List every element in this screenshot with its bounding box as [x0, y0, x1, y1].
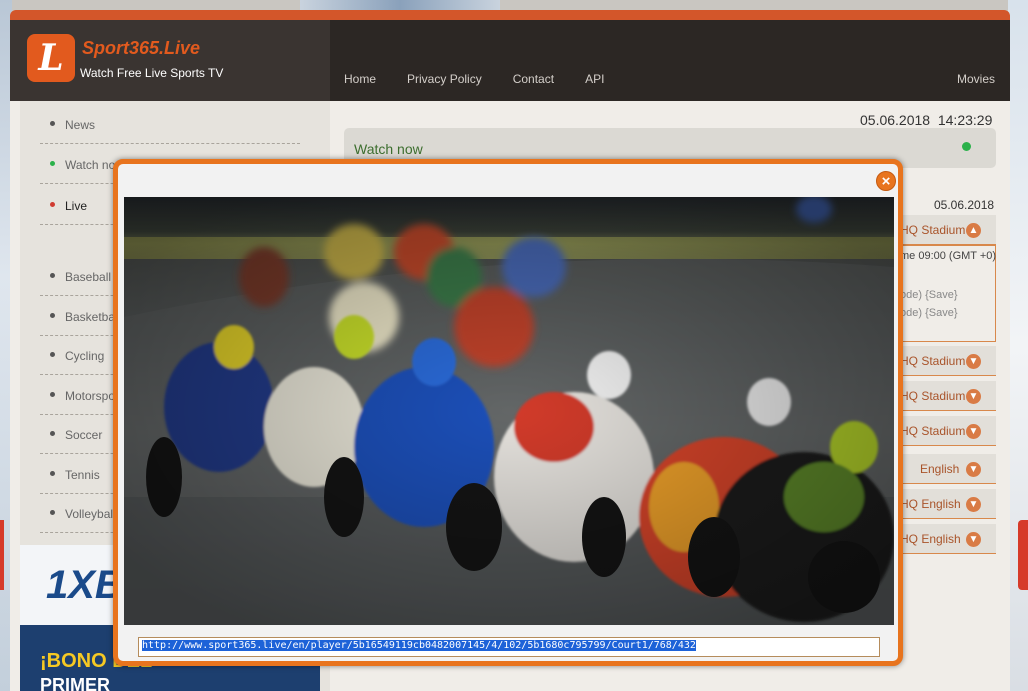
stream-save-link[interactable]: ode) {Save}	[900, 307, 958, 319]
stream-label: HQ English	[900, 532, 961, 546]
live-dot-icon	[50, 161, 55, 166]
player-modal: × http://www.sport365.live/en/player/5b1…	[113, 159, 903, 666]
section-date: 05.06.2018	[934, 198, 995, 212]
stream-label: HQ Stadium	[900, 424, 966, 438]
main-nav: Home Privacy Policy Contact API	[344, 72, 604, 86]
stream-label: HQ English	[900, 497, 961, 511]
bullet-icon	[50, 121, 55, 126]
arrow-down-icon: ▼	[966, 497, 981, 512]
live-dot-icon	[962, 142, 971, 151]
side-tab-right	[1018, 520, 1028, 590]
stream-url-field[interactable]: http://www.sport365.live/en/player/5b165…	[138, 637, 880, 657]
stream-save-link[interactable]: ode) {Save}	[900, 289, 958, 301]
stream-label: HQ Stadium	[900, 389, 966, 403]
sidebar-item-label: Tennis	[65, 468, 100, 482]
brand[interactable]: L Sport365.Live Watch Free Live Sports T…	[10, 20, 330, 101]
sidebar-item-label: Volleyball	[65, 507, 116, 521]
nav-contact[interactable]: Contact	[513, 72, 554, 86]
race-scene	[124, 197, 894, 625]
nav-movies[interactable]: Movies	[957, 72, 995, 86]
bullet-icon	[50, 510, 55, 515]
sidebar-item-label: Live	[65, 199, 88, 213]
bullet-icon	[50, 471, 55, 476]
stream-time: me 09:00 (GMT +0)	[900, 250, 997, 262]
sidebar-item-label: Baseball	[65, 270, 112, 284]
stream-url-text: http://www.sport365.live/en/player/5b165…	[142, 640, 696, 651]
ad-subline: PRIMER	[40, 675, 111, 691]
nav-home[interactable]: Home	[344, 72, 376, 86]
bullet-icon	[50, 352, 55, 357]
arrow-down-icon: ▼	[966, 354, 981, 369]
arrow-down-icon: ▼	[966, 424, 981, 439]
current-time: 14:23:29	[937, 112, 993, 128]
stream-label: HQ Stadium	[900, 223, 966, 237]
sidebar-item-label: News	[65, 118, 96, 132]
current-datetime: 05.06.2018 14:23:29	[860, 112, 992, 128]
bullet-icon	[50, 313, 55, 318]
stream-label: English	[920, 462, 960, 476]
bullet-icon	[50, 273, 55, 278]
arrow-up-icon: ▲	[966, 223, 981, 238]
arrow-down-icon: ▼	[966, 462, 981, 477]
stream-label: HQ Stadium	[900, 354, 966, 368]
sidebar-item-label: Cycling	[65, 349, 105, 363]
nav-api[interactable]: API	[585, 72, 604, 86]
logo-icon[interactable]: L	[27, 34, 75, 82]
video-player[interactable]	[124, 197, 894, 625]
arrow-down-icon: ▼	[966, 532, 981, 547]
arrow-down-icon: ▼	[966, 389, 981, 404]
side-tab-left	[0, 520, 4, 590]
nav-privacy-policy[interactable]: Privacy Policy	[407, 72, 482, 86]
bullet-icon	[50, 392, 55, 397]
sidebar-item-label: Soccer	[65, 428, 103, 442]
site-header: L Sport365.Live Watch Free Live Sports T…	[10, 20, 1010, 101]
bullet-icon	[50, 431, 55, 436]
sidebar-item-news[interactable]: News	[40, 106, 300, 144]
brand-name[interactable]: Sport365.Live	[82, 38, 200, 59]
close-icon[interactable]: ×	[876, 171, 896, 191]
live-dot-icon	[50, 202, 55, 207]
watch-now-label: Watch now	[354, 141, 423, 157]
current-date: 05.06.2018	[860, 112, 931, 128]
brand-tagline: Watch Free Live Sports TV	[80, 66, 224, 80]
